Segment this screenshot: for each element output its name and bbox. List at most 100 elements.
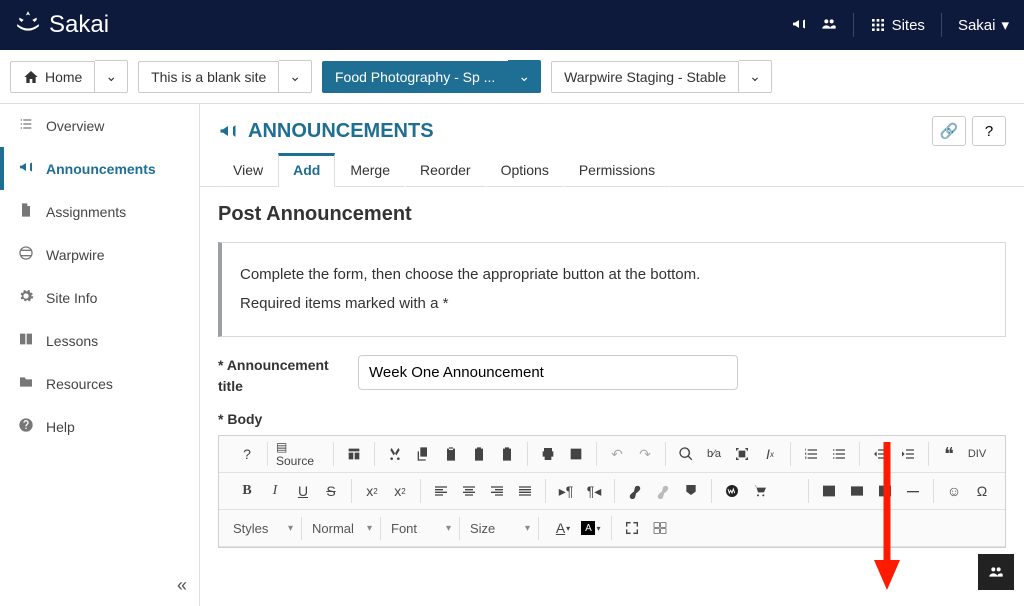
- sites-menu[interactable]: Sites: [870, 17, 925, 34]
- preview-icon[interactable]: [564, 442, 588, 466]
- text-color-button[interactable]: A▾: [551, 516, 575, 540]
- sidebar-item-overview[interactable]: Overview: [0, 104, 199, 147]
- chevron-down-icon[interactable]: ⌄: [279, 60, 312, 93]
- warpwire-icon[interactable]: [720, 479, 744, 503]
- subscript-icon[interactable]: x2: [360, 479, 384, 503]
- site-tab-blank[interactable]: This is a blank site ⌄: [138, 60, 312, 93]
- sidebar: Overview Announcements Assignments Warpw…: [0, 104, 200, 606]
- size-select[interactable]: Size: [464, 517, 534, 540]
- templates-icon[interactable]: [342, 442, 366, 466]
- tool-title-text: ANNOUNCEMENTS: [248, 120, 434, 143]
- indent-icon[interactable]: [896, 442, 920, 466]
- bg-color-button[interactable]: A▾: [579, 516, 603, 540]
- sidebar-item-announcements[interactable]: Announcements: [0, 147, 199, 190]
- special-char-icon[interactable]: Ω: [970, 479, 994, 503]
- tab-options[interactable]: Options: [486, 153, 564, 187]
- editor-toolbar-row-2: B I U S x2 x2: [219, 473, 1005, 510]
- align-justify-icon[interactable]: [513, 479, 537, 503]
- numbered-list-icon[interactable]: [799, 442, 823, 466]
- paste-text-icon[interactable]: [467, 442, 491, 466]
- copy-icon[interactable]: [411, 442, 435, 466]
- editor-toolbar-row-3: Styles Normal Font Size A▾ A▾: [219, 510, 1005, 547]
- chevron-down-icon[interactable]: ⌄: [508, 60, 541, 93]
- underline-icon[interactable]: U: [291, 479, 315, 503]
- anchor-icon[interactable]: [679, 479, 703, 503]
- link-icon[interactable]: [623, 479, 647, 503]
- tab-add[interactable]: Add: [278, 153, 335, 187]
- help-button[interactable]: ?: [972, 116, 1006, 146]
- bullet-list-icon[interactable]: [827, 442, 851, 466]
- styles-select[interactable]: Styles: [227, 517, 297, 540]
- redo-icon[interactable]: ↷: [633, 442, 657, 466]
- paste-word-icon[interactable]: W: [495, 442, 519, 466]
- source-button[interactable]: ▤ Source: [276, 442, 325, 466]
- tool-tabs: View Add Merge Reorder Options Permissio…: [200, 152, 1024, 187]
- chevron-down-icon[interactable]: ⌄: [95, 60, 128, 93]
- smiley-icon[interactable]: ☺: [942, 479, 966, 503]
- superscript-icon[interactable]: x2: [388, 479, 412, 503]
- paste-icon[interactable]: [439, 442, 463, 466]
- unlink-icon[interactable]: [651, 479, 675, 503]
- site-tab-label: Warpwire Staging - Stable: [564, 69, 726, 85]
- show-blocks-icon[interactable]: [648, 516, 672, 540]
- site-tab-home[interactable]: Home ⌄: [10, 60, 128, 93]
- blockquote-icon[interactable]: ❝: [937, 442, 961, 466]
- site-tab-food-photography[interactable]: Food Photography - Sp ... ⌄: [322, 60, 541, 93]
- sidebar-item-label: Warpwire: [46, 247, 105, 263]
- print-icon[interactable]: [536, 442, 560, 466]
- wand-icon[interactable]: [776, 479, 800, 503]
- div-icon[interactable]: DIV: [965, 442, 989, 466]
- cut-icon[interactable]: [383, 442, 407, 466]
- tab-view[interactable]: View: [218, 153, 278, 187]
- users-fab[interactable]: [978, 554, 1014, 590]
- select-all-icon[interactable]: [730, 442, 754, 466]
- editor-help-icon[interactable]: ?: [235, 442, 259, 466]
- users-icon[interactable]: [821, 16, 837, 35]
- strike-icon[interactable]: S: [319, 479, 343, 503]
- tab-merge[interactable]: Merge: [335, 153, 405, 187]
- maximize-icon[interactable]: [620, 516, 644, 540]
- gear-icon: [18, 288, 34, 307]
- sidebar-item-warpwire[interactable]: Warpwire: [0, 233, 199, 276]
- sidebar-collapse-button[interactable]: «: [177, 575, 187, 596]
- rtl-icon[interactable]: ¶◂: [582, 479, 606, 503]
- tab-reorder[interactable]: Reorder: [405, 153, 486, 187]
- ltr-icon[interactable]: ▸¶: [554, 479, 578, 503]
- sidebar-item-resources[interactable]: Resources: [0, 362, 199, 405]
- info-line: Required items marked with a *: [240, 290, 987, 319]
- book-icon: [18, 331, 34, 350]
- align-center-icon[interactable]: [457, 479, 481, 503]
- chevron-down-icon[interactable]: ⌄: [739, 60, 772, 93]
- align-right-icon[interactable]: [485, 479, 509, 503]
- sidebar-item-label: Announcements: [46, 161, 156, 177]
- site-tab-label: Home: [45, 69, 82, 85]
- find-icon[interactable]: [674, 442, 698, 466]
- caret-down-icon: ▾: [1001, 16, 1009, 34]
- font-select[interactable]: Font: [385, 517, 455, 540]
- page-heading: Post Announcement: [218, 203, 1006, 226]
- video-icon[interactable]: [845, 479, 869, 503]
- sidebar-item-lessons[interactable]: Lessons: [0, 319, 199, 362]
- announcement-title-input[interactable]: [358, 355, 738, 390]
- italic-icon[interactable]: I: [263, 479, 287, 503]
- sidebar-item-help[interactable]: Help: [0, 405, 199, 448]
- user-menu[interactable]: Sakai ▾: [958, 16, 1009, 34]
- permalink-button[interactable]: 🔗: [932, 116, 966, 146]
- format-select[interactable]: Normal: [306, 517, 376, 540]
- align-left-icon[interactable]: [429, 479, 453, 503]
- undo-icon[interactable]: ↶: [605, 442, 629, 466]
- logo[interactable]: Sakai: [15, 9, 109, 42]
- image-icon[interactable]: [817, 479, 841, 503]
- sidebar-item-assignments[interactable]: Assignments: [0, 190, 199, 233]
- cart-icon[interactable]: [748, 479, 772, 503]
- bullhorn-icon[interactable]: [791, 16, 807, 35]
- outdent-icon[interactable]: [868, 442, 892, 466]
- replace-icon[interactable]: b⁄a: [702, 442, 726, 466]
- hr-icon[interactable]: [901, 479, 925, 503]
- site-tab-warpwire[interactable]: Warpwire Staging - Stable ⌄: [551, 60, 772, 93]
- table-icon[interactable]: [873, 479, 897, 503]
- tab-permissions[interactable]: Permissions: [564, 153, 670, 187]
- remove-format-icon[interactable]: Ix: [758, 442, 782, 466]
- bold-icon[interactable]: B: [235, 479, 259, 503]
- sidebar-item-site-info[interactable]: Site Info: [0, 276, 199, 319]
